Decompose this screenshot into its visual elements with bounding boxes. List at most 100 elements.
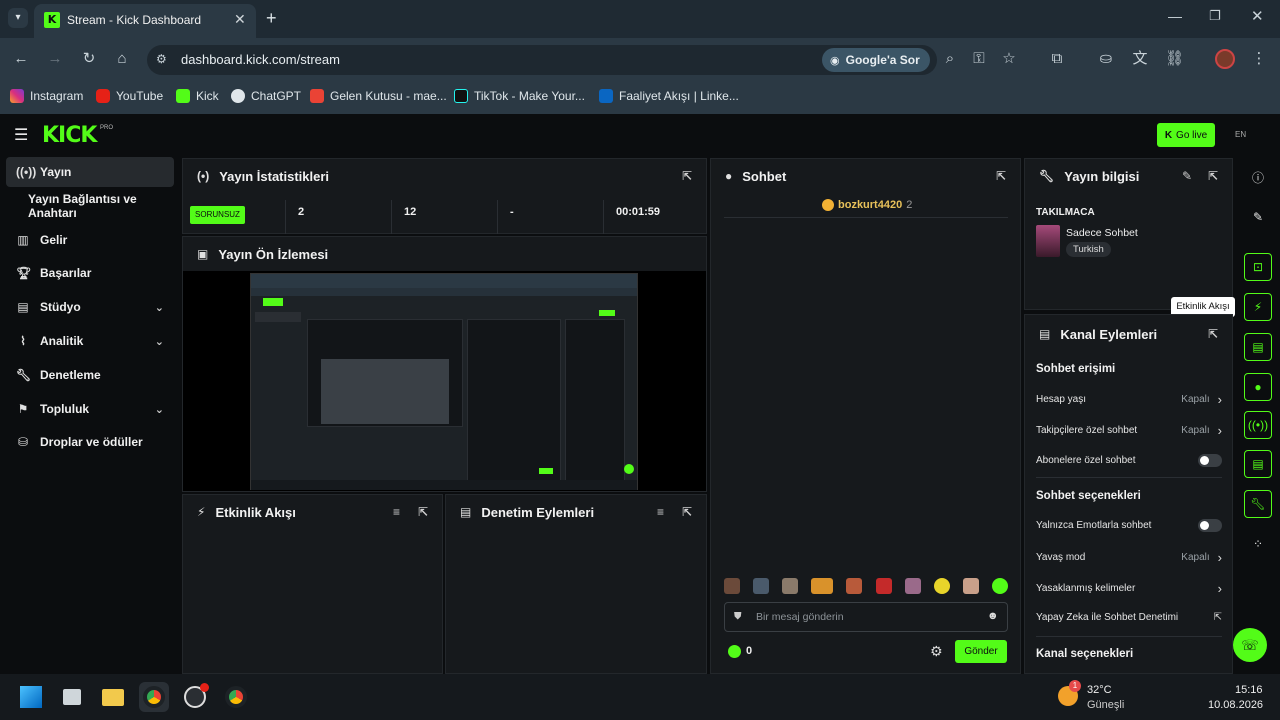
setting-emote-only[interactable]: Yalnızca Emotlarla sohbet [1036, 519, 1222, 532]
sidebar-item-gelir[interactable]: ▥ Gelir [6, 225, 174, 255]
obs-icon[interactable] [180, 682, 210, 712]
emote-10-icon[interactable] [991, 578, 1008, 594]
bookmark-linkedin[interactable]: Faaliyet Akışı | Linke... [599, 86, 739, 106]
tab-search-button[interactable]: ▾ [8, 8, 28, 28]
bookmark-kick[interactable]: Kick [176, 86, 219, 106]
bookmark-gmail[interactable]: Gelen Kutusu - mae... [310, 86, 447, 106]
reload-icon[interactable]: ↻ [80, 50, 98, 68]
support-chat-button[interactable]: ☏ [1233, 628, 1267, 662]
bookmark-youtube[interactable]: YouTube [96, 86, 163, 106]
chevron-right-icon: › [1217, 550, 1222, 565]
emote-only-toggle[interactable] [1198, 519, 1222, 532]
sidebar-item-droplar[interactable]: ⛁ Droplar ve ödüller [6, 427, 174, 457]
google-ask-button[interactable]: ◉ Google'a Sor [822, 48, 930, 72]
incognito-icon[interactable]: ⛀ [1097, 50, 1115, 68]
filter-icon[interactable]: ≡ [657, 505, 664, 519]
add-widget-icon[interactable]: ⁘ [1244, 530, 1272, 558]
profile-avatar[interactable] [1215, 49, 1235, 69]
channel-actions-toggle-icon[interactable]: ▤ [1244, 450, 1272, 478]
extensions-icon[interactable]: ⧉ [1048, 50, 1066, 68]
zoom-icon[interactable]: ⌕ [941, 50, 959, 68]
info-icon[interactable]: ⓘ [1244, 163, 1272, 191]
browser-tab[interactable]: K Stream - Kick Dashboard ✕ [34, 4, 256, 38]
chat-input[interactable]: ⛊ Bir mesaj gönderin ☻ [724, 602, 1008, 632]
bookmark-tiktok[interactable]: TikTok - Make Your... [454, 86, 585, 106]
file-explorer-icon[interactable] [98, 682, 128, 712]
stream-title: Sadece Sohbet [1066, 227, 1138, 239]
menu-dots-icon[interactable]: ⋮ [1250, 50, 1268, 68]
forward-icon[interactable]: → [46, 50, 64, 68]
link-icon[interactable]: ⛓ [1165, 50, 1184, 68]
sidebar-item-basarilar[interactable]: 🏆︎ Başarılar [6, 258, 174, 288]
filter-icon[interactable]: ≡ [393, 505, 400, 519]
sidebar-item-yayin[interactable]: ((•)) Yayın [6, 157, 174, 187]
emote-6-icon[interactable] [875, 578, 892, 594]
sidebar-item-denetleme[interactable]: 🔧︎ Denetleme [6, 360, 174, 390]
popout-icon[interactable]: ⇱ [682, 169, 692, 183]
site-info-icon[interactable]: ⚙ [156, 52, 167, 66]
popout-icon[interactable]: ⇱ [1208, 169, 1218, 183]
setting-ai-moderation[interactable]: Yapay Zeka ile Sohbet Denetimi ⇱ [1036, 612, 1222, 623]
sidebar-item-topluluk[interactable]: ⚑ Topluluk ⌄ [6, 394, 174, 424]
sidebar-item-stream-key[interactable]: Yayın Bağlantısı ve Anahtarı [6, 191, 174, 221]
home-icon[interactable]: ⌂ [113, 50, 131, 68]
setting-followers-only[interactable]: Takipçilere özel sohbet Kapalı › [1036, 423, 1222, 438]
emote-7-icon[interactable] [904, 578, 921, 594]
popout-icon[interactable]: ⇱ [418, 505, 428, 519]
emote-4-icon[interactable] [811, 578, 834, 594]
emote-1-icon[interactable] [724, 578, 740, 594]
emote-5-icon[interactable] [846, 578, 863, 594]
chrome-taskbar-icon[interactable] [139, 682, 169, 712]
stream-info-title: Yayın bilgisi [1064, 168, 1140, 184]
stream-preview-video[interactable] [183, 271, 706, 491]
close-window-icon[interactable]: ✕ [1251, 7, 1264, 25]
stream-info-toggle-icon[interactable]: 🔧︎ [1244, 490, 1272, 518]
bookmark-star-icon[interactable]: ☆ [1000, 50, 1018, 68]
bookmark-instagram[interactable]: Instagram [10, 86, 83, 106]
task-view-icon[interactable] [57, 682, 87, 712]
setting-subscribers-only[interactable]: Abonelere özel sohbet [1036, 454, 1222, 467]
windows-start-icon[interactable] [16, 682, 46, 712]
bookmark-chatgpt[interactable]: ChatGPT [231, 86, 301, 106]
clock-time[interactable]: 15:16 [1235, 684, 1263, 696]
tab-close-icon[interactable]: ✕ [234, 11, 246, 28]
emote-2-icon[interactable] [753, 578, 770, 594]
setting-banned-words[interactable]: Yasaklanmış kelimeler › [1036, 581, 1222, 596]
sidebar-item-studyo[interactable]: ▤ Stüdyo ⌄ [6, 292, 174, 322]
minimize-icon[interactable]: — [1168, 8, 1182, 24]
address-bar[interactable]: ⚙ dashboard.kick.com/stream [147, 45, 937, 75]
emote-9-icon[interactable] [962, 578, 979, 594]
translate-icon[interactable]: 文 [1131, 50, 1149, 68]
setting-slow-mode[interactable]: Yavaş mod Kapalı › [1036, 550, 1222, 565]
preview-toggle-icon[interactable]: ⊡ [1244, 253, 1272, 281]
setting-account-age[interactable]: Hesap yaşı Kapalı › [1036, 392, 1222, 407]
emote-8-icon[interactable] [933, 578, 950, 594]
go-live-button[interactable]: K Go live [1157, 123, 1215, 147]
back-icon[interactable]: ← [12, 50, 30, 68]
chat-toggle-icon[interactable]: ● [1244, 373, 1272, 401]
viewer-row[interactable]: bozkurt4420 2 [822, 199, 912, 211]
edit-pencil-icon[interactable]: ✎ [1182, 169, 1192, 183]
hamburger-menu-icon[interactable]: ☰ [14, 125, 28, 145]
emote-3-icon[interactable] [782, 578, 799, 594]
event-feed-toggle-icon[interactable]: ⚡︎ [1244, 293, 1272, 321]
mod-actions-toggle-icon[interactable]: ▤ [1244, 333, 1272, 361]
chat-settings-icon[interactable]: ⚙ [930, 643, 943, 660]
send-button[interactable]: Gönder [955, 640, 1007, 663]
preview-title: Yayın Ön İzlemesi [218, 246, 329, 262]
kick-logo[interactable]: KICK [42, 123, 97, 148]
new-tab-button[interactable]: + [266, 8, 277, 29]
subscribers-only-toggle[interactable] [1198, 454, 1222, 467]
stats-toggle-icon[interactable]: ((•)) [1244, 411, 1272, 439]
popout-icon[interactable]: ⇱ [682, 505, 692, 519]
popout-icon[interactable]: ⇱ [996, 169, 1006, 183]
clock-date[interactable]: 10.08.2026 [1208, 699, 1263, 711]
language-switch-icon[interactable]: EN [1235, 130, 1246, 139]
edit-icon[interactable]: ✎ [1244, 203, 1272, 231]
password-key-icon[interactable]: ⚿ [970, 50, 988, 68]
chrome-profile-icon[interactable] [221, 682, 251, 712]
emoji-icon[interactable]: ☻ [987, 610, 999, 622]
popout-icon[interactable]: ⇱ [1208, 327, 1218, 341]
restore-icon[interactable]: ❐ [1209, 8, 1221, 24]
sidebar-item-analitik[interactable]: ⌇ Analitik ⌄ [6, 326, 174, 356]
